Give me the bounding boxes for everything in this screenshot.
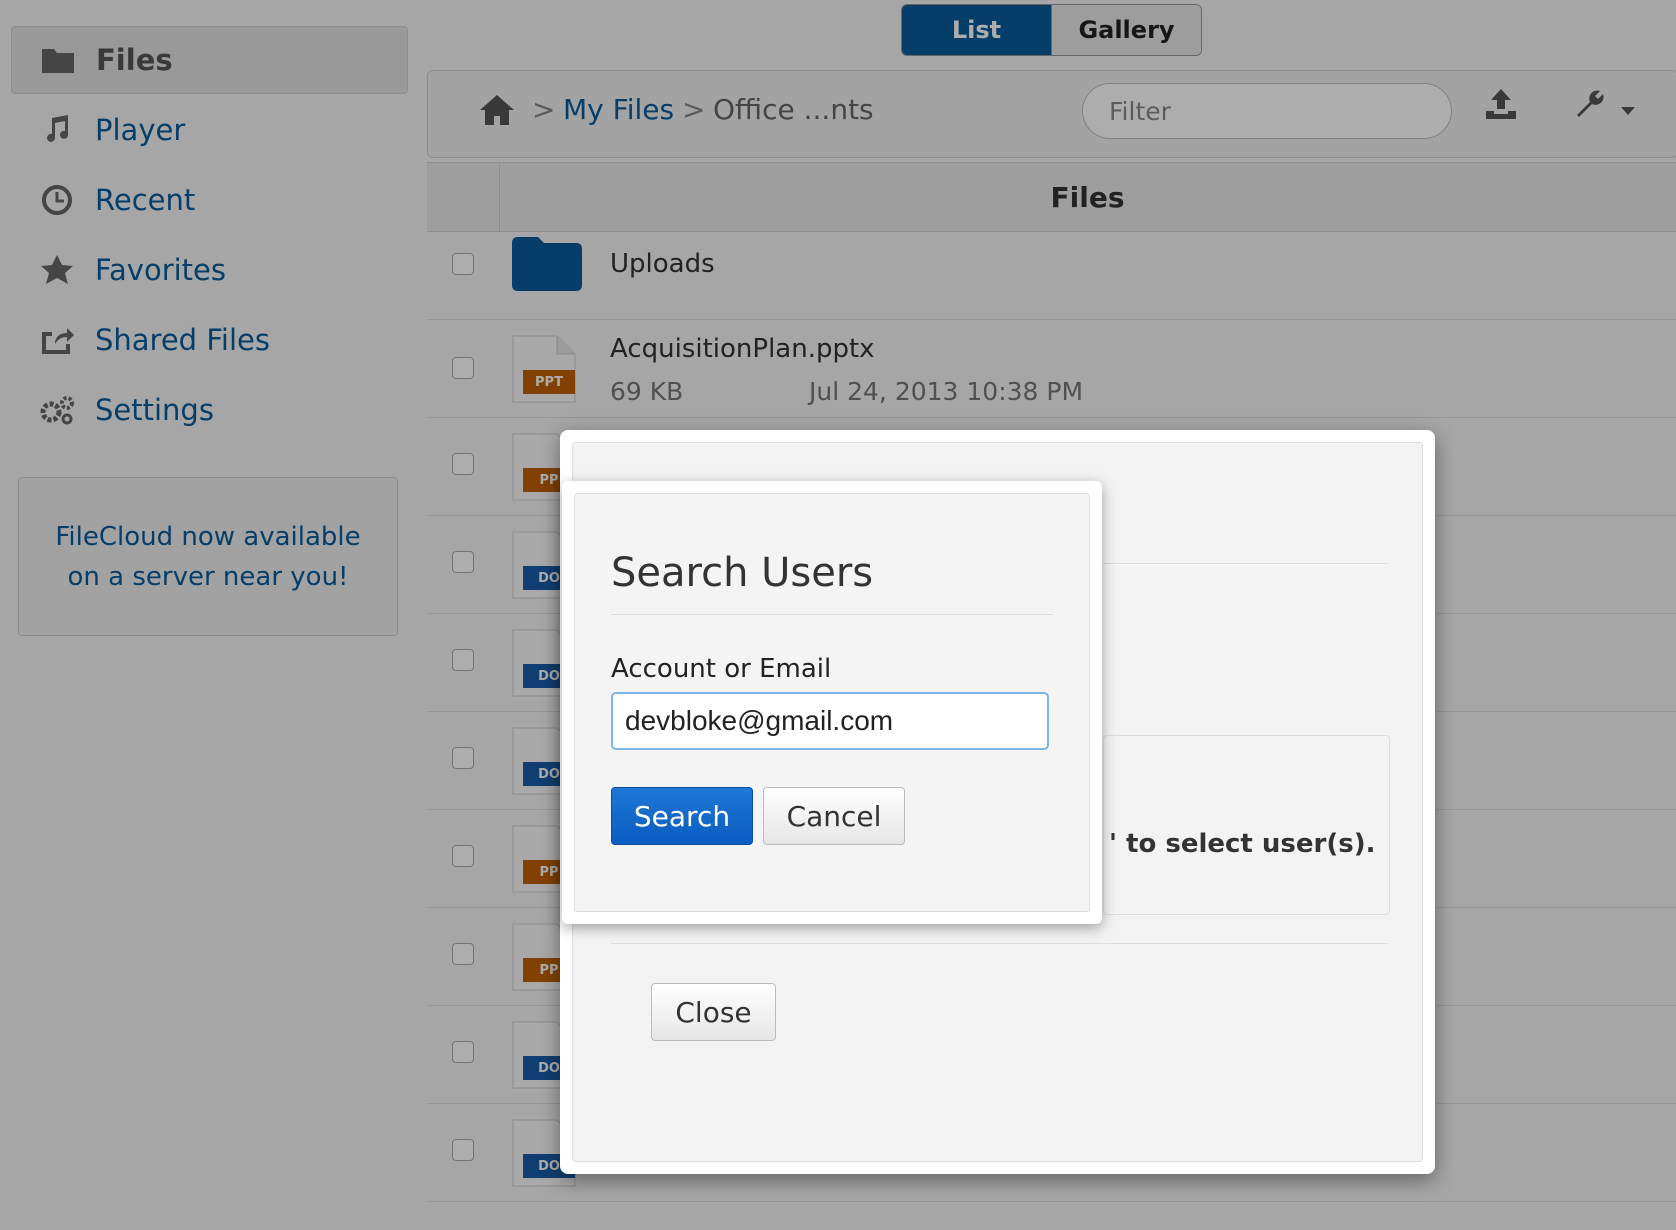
dialog-body: Search Users Account or Email Search Can…	[574, 493, 1090, 912]
cancel-button[interactable]: Cancel	[763, 787, 905, 845]
divider	[611, 614, 1053, 615]
search-button[interactable]: Search	[611, 787, 753, 845]
user-list-box	[1103, 735, 1390, 915]
divider	[1103, 563, 1388, 564]
select-users-hint: ' to select user(s).	[1109, 829, 1376, 859]
search-users-dialog: Search Users Account or Email Search Can…	[562, 481, 1102, 924]
field-label: Account or Email	[611, 654, 832, 684]
dialog-title: Search Users	[611, 550, 874, 596]
close-button[interactable]: Close	[651, 983, 776, 1041]
account-email-input[interactable]	[611, 692, 1049, 750]
divider	[611, 943, 1388, 944]
